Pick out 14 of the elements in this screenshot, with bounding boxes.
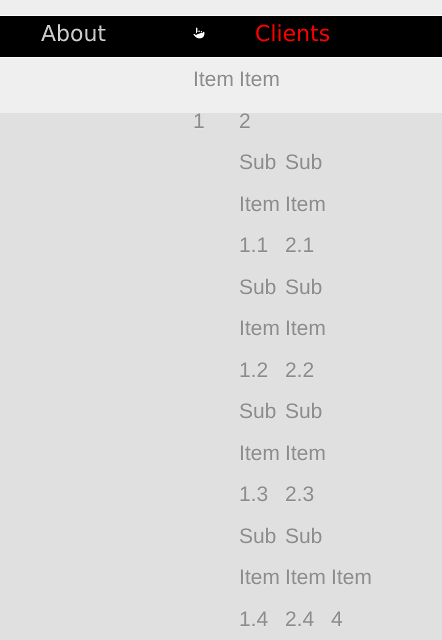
menu-item[interactable]: Sub Item 2.2	[285, 266, 331, 391]
menu-item[interactable]: Sub Item 2.3	[285, 391, 331, 516]
menu-item[interactable]: Sub Item 2.4	[285, 516, 331, 640]
menu-item[interactable]: Item 2	[239, 59, 285, 142]
menu-item[interactable]: Item 4	[331, 557, 377, 640]
menu-item[interactable]: Item 1	[193, 59, 239, 142]
menu-item[interactable]: Sub Item 1.2	[239, 266, 285, 391]
hand-cursor-icon	[192, 26, 206, 40]
nav-link[interactable]: Clients	[255, 22, 330, 47]
menu-item[interactable]: Sub Item 1.4	[239, 516, 285, 640]
menu-item[interactable]: Sub Item 2.1	[285, 142, 331, 266]
menu-item[interactable]: Sub Item 1.3	[239, 391, 285, 516]
nav-link[interactable]: About	[41, 22, 106, 47]
menu-item[interactable]: Sub Item 1.1	[239, 142, 285, 266]
